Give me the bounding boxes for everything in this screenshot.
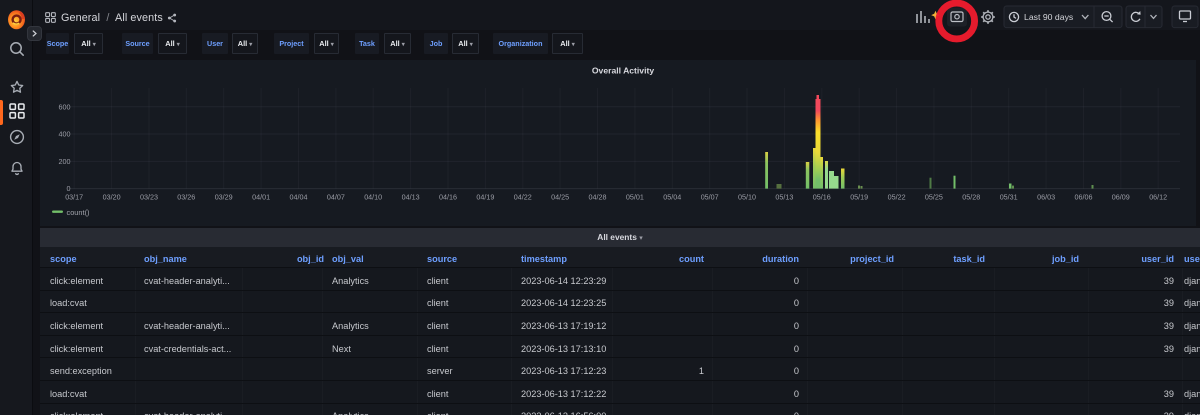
svg-text:06/09: 06/09 [1112, 193, 1130, 202]
svg-text:03/23: 03/23 [140, 193, 158, 202]
svg-text:03/17: 03/17 [65, 193, 83, 202]
svg-text:06/12: 06/12 [1149, 193, 1167, 202]
svg-text:06/03: 06/03 [1037, 193, 1055, 202]
svg-text:05/28: 05/28 [962, 193, 980, 202]
svg-text:04/04: 04/04 [290, 193, 308, 202]
svg-text:03/26: 03/26 [177, 193, 195, 202]
svg-text:05/04: 05/04 [663, 193, 681, 202]
svg-text:05/16: 05/16 [813, 193, 831, 202]
svg-text:04/19: 04/19 [476, 193, 494, 202]
svg-text:Last 90 days: Last 90 days [1024, 12, 1074, 22]
svg-text:04/28: 04/28 [589, 193, 607, 202]
svg-text:04/16: 04/16 [439, 193, 457, 202]
svg-text:04/07: 04/07 [327, 193, 345, 202]
svg-text:05/25: 05/25 [925, 193, 943, 202]
svg-text:03/20: 03/20 [103, 193, 121, 202]
svg-text:600: 600 [59, 102, 71, 111]
svg-text:200: 200 [59, 157, 71, 166]
svg-text:05/01: 05/01 [626, 193, 644, 202]
svg-text:06/06: 06/06 [1075, 193, 1093, 202]
svg-text:count(): count() [67, 208, 90, 217]
svg-text:400: 400 [59, 130, 71, 139]
svg-text:03/29: 03/29 [215, 193, 233, 202]
svg-text:Overall Activity: Overall Activity [592, 65, 654, 75]
svg-text:04/22: 04/22 [514, 193, 532, 202]
svg-text:04/25: 04/25 [551, 193, 569, 202]
svg-text:05/31: 05/31 [1000, 193, 1018, 202]
svg-text:05/22: 05/22 [888, 193, 906, 202]
svg-text:05/19: 05/19 [850, 193, 868, 202]
svg-text:05/10: 05/10 [738, 193, 756, 202]
svg-text:04/10: 04/10 [364, 193, 382, 202]
svg-text:04/01: 04/01 [252, 193, 270, 202]
svg-text:05/13: 05/13 [775, 193, 793, 202]
svg-text:05/07: 05/07 [701, 193, 719, 202]
svg-text:04/13: 04/13 [402, 193, 420, 202]
